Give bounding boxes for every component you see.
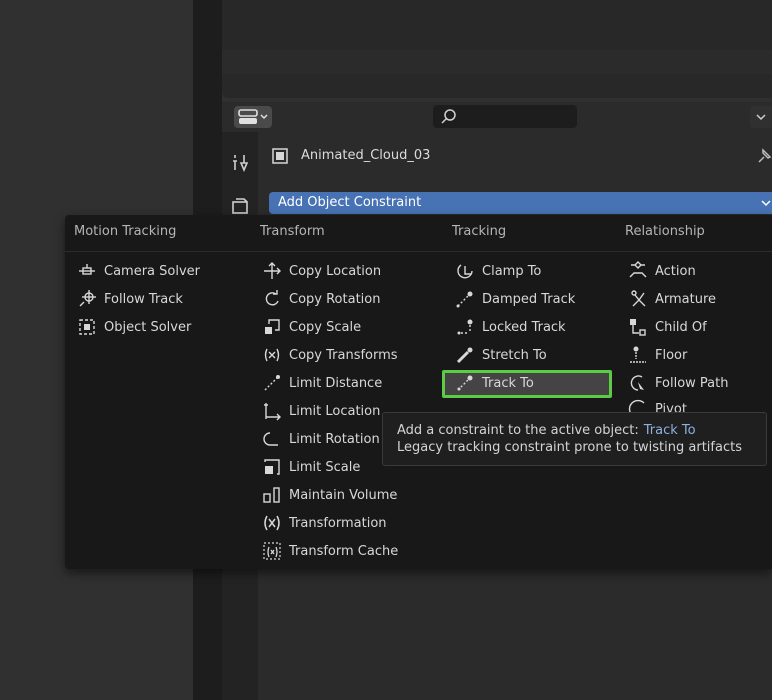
copy-location-icon: [261, 261, 283, 281]
tooltip-line-2: Legacy tracking constraint prone to twis…: [397, 440, 742, 455]
menu-item-label: Limit Scale: [289, 459, 361, 475]
locked-track-icon: [454, 317, 476, 337]
menu-item-follow-track[interactable]: Follow Track: [76, 287, 183, 311]
menu-item-label: Limit Location: [289, 403, 381, 419]
menu-item-stretch-to[interactable]: Stretch To: [454, 343, 547, 367]
object-solver-icon: [76, 317, 98, 337]
menu-item-label: Clamp To: [482, 263, 542, 279]
menu-item-locked-track[interactable]: Locked Track: [454, 315, 566, 339]
menu-item-copy-location[interactable]: Copy Location: [261, 259, 381, 283]
column-heading-transform: Transform: [260, 224, 325, 239]
menu-item-label: Copy Location: [289, 263, 382, 279]
transform-cache-icon: [261, 541, 283, 561]
menu-item-label: Locked Track: [482, 319, 566, 335]
menu-item-maintain-volume[interactable]: Maintain Volume: [261, 483, 397, 507]
action-icon: [627, 261, 649, 281]
menu-item-label: Follow Path: [655, 375, 729, 391]
chevron-down-icon: [756, 114, 766, 121]
menu-item-clamp-to[interactable]: Clamp To: [454, 259, 541, 283]
menu-item-limit-rotation[interactable]: Limit Rotation: [261, 427, 380, 451]
object-name-label: Animated_Cloud_03: [301, 148, 431, 163]
chevron-down-icon: [761, 200, 771, 207]
menu-item-limit-distance[interactable]: Limit Distance: [261, 371, 382, 395]
menu-item-label: Copy Transforms: [289, 347, 398, 363]
menu-item-label: Transformation: [289, 515, 387, 531]
menu-item-transformation[interactable]: Transformation: [261, 511, 387, 535]
menu-item-action[interactable]: Action: [627, 259, 696, 283]
pin-icon[interactable]: [755, 146, 772, 166]
track-to-icon: [454, 373, 476, 393]
add-object-constraint-button[interactable]: Add Object Constraint: [269, 192, 772, 214]
menu-item-label: Object Solver: [104, 319, 192, 335]
copy-scale-icon: [261, 317, 283, 337]
menu-item-label: Copy Scale: [289, 319, 362, 335]
properties-search-input[interactable]: [433, 105, 577, 128]
menu-item-armature[interactable]: Armature: [627, 287, 716, 311]
tooltip-line-1: Add a constraint to the active object: Tr…: [397, 423, 696, 438]
menu-item-label: Stretch To: [482, 347, 547, 363]
armature-icon: [627, 289, 649, 309]
column-heading-motion-tracking: Motion Tracking: [74, 224, 177, 239]
menu-item-label: Track To: [482, 375, 534, 391]
child-of-icon: [627, 317, 649, 337]
copy-rotation-icon: [261, 289, 283, 309]
transformation-icon: [261, 513, 283, 533]
column-heading-relationship: Relationship: [625, 224, 705, 239]
add-object-constraint-label: Add Object Constraint: [278, 195, 422, 210]
menu-item-limit-scale[interactable]: Limit Scale: [261, 455, 360, 479]
copy-transforms-icon: [261, 345, 283, 365]
menu-item-copy-rotation[interactable]: Copy Rotation: [261, 287, 380, 311]
object-data-icon: [272, 148, 288, 164]
limit-scale-icon: [261, 457, 283, 477]
follow-track-icon: [76, 289, 98, 309]
floor-icon: [627, 345, 649, 365]
menu-item-track-to[interactable]: Track To: [454, 371, 534, 395]
editor-type-icon: [238, 109, 268, 124]
menu-item-object-solver[interactable]: Object Solver: [76, 315, 191, 339]
tooltip-description: Add a constraint to the active object:: [397, 423, 639, 438]
menu-item-label: Maintain Volume: [289, 487, 398, 503]
camera-solver-icon: [76, 261, 98, 281]
menu-item-camera-solver[interactable]: Camera Solver: [76, 259, 200, 283]
menu-item-transform-cache[interactable]: Transform Cache: [261, 539, 398, 563]
limit-distance-icon: [261, 373, 283, 393]
menu-item-child-of[interactable]: Child Of: [627, 315, 707, 339]
menu-item-label: Limit Distance: [289, 375, 383, 391]
clamp-to-icon: [454, 261, 476, 281]
top-editor-area: [222, 0, 772, 98]
menu-item-label: Follow Track: [104, 291, 183, 307]
menu-item-follow-path[interactable]: Follow Path: [627, 371, 728, 395]
menu-item-label: Camera Solver: [104, 263, 201, 279]
menu-item-label: Child Of: [655, 319, 707, 335]
limit-location-icon: [261, 401, 283, 421]
menu-item-label: Floor: [655, 347, 688, 363]
render-properties-icon[interactable]: [231, 197, 251, 215]
menu-item-copy-scale[interactable]: Copy Scale: [261, 315, 361, 339]
menu-item-limit-location[interactable]: Limit Location: [261, 399, 380, 423]
menu-item-label: Copy Rotation: [289, 291, 381, 307]
damped-track-icon: [454, 289, 476, 309]
editor-type-dropdown[interactable]: [234, 106, 272, 128]
tooltip-operator-name: Track To: [643, 423, 696, 438]
menu-item-label: Transform Cache: [289, 543, 399, 559]
menu-item-damped-track[interactable]: Damped Track: [454, 287, 575, 311]
search-icon: [441, 109, 456, 124]
menu-item-floor[interactable]: Floor: [627, 343, 687, 367]
limit-rotation-icon: [261, 429, 283, 449]
follow-path-icon: [627, 373, 649, 393]
maintain-volume-icon: [261, 485, 283, 505]
menu-item-copy-transforms[interactable]: Copy Transforms: [261, 343, 398, 367]
menu-header-divider: [65, 251, 772, 252]
menu-item-label: Damped Track: [482, 291, 576, 307]
stretch-to-icon: [454, 345, 476, 365]
header-options-dropdown[interactable]: [750, 106, 772, 128]
menu-item-label: Limit Rotation: [289, 431, 380, 447]
tooltip: Add a constraint to the active object: Tr…: [382, 412, 767, 466]
column-heading-tracking: Tracking: [452, 224, 507, 239]
tool-properties-icon[interactable]: [231, 152, 251, 172]
menu-item-label: Action: [655, 263, 696, 279]
menu-item-label: Armature: [655, 291, 717, 307]
